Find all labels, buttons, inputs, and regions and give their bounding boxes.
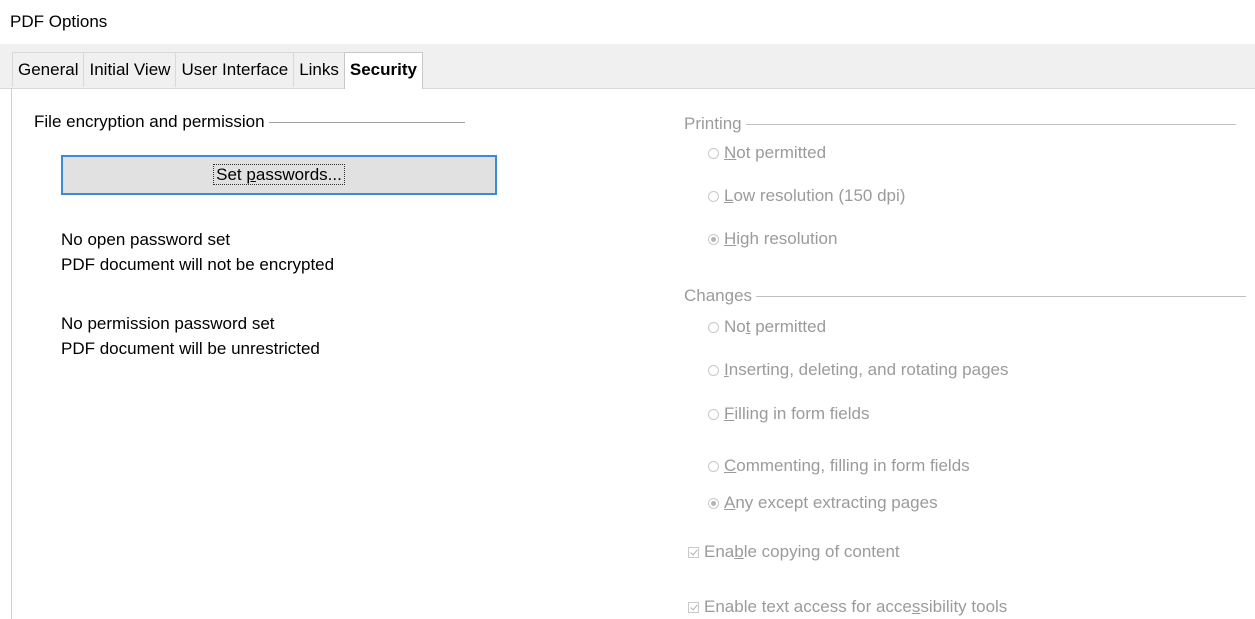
option-label: Not permitted: [724, 143, 827, 162]
radio-button-icon: [708, 190, 719, 202]
option-label: Enable text access for accessibility too…: [704, 597, 1008, 616]
tab-user-interface[interactable]: User Interface: [175, 52, 295, 87]
radio-button-selected-icon: [708, 233, 719, 245]
printing-heading-label: Printing: [684, 114, 742, 133]
enable-accessibility-checkbox[interactable]: Enable text access for accessibility too…: [688, 597, 1007, 617]
open-password-info: No open password set PDF document will n…: [61, 227, 334, 277]
changes-heading-label: Changes: [684, 286, 753, 305]
changes-filling-form-fields-radio[interactable]: Filling in form fields: [708, 404, 870, 424]
changes-not-permitted-radio[interactable]: Not permitted: [708, 317, 826, 337]
checkbox-checked-icon: [688, 546, 699, 558]
option-label: Not permitted: [724, 317, 827, 336]
changes-section-heading: Changes: [684, 286, 1247, 306]
option-label: Inserting, deleting, and rotating pages: [724, 360, 1009, 379]
pdf-options-dialog: PDF Options General Initial View User In…: [0, 0, 1255, 619]
changes-inserting-deleting-rotating-radio[interactable]: Inserting, deleting, and rotating pages: [708, 360, 1009, 380]
printing-not-permitted-radio[interactable]: Not permitted: [708, 143, 826, 163]
tab-links[interactable]: Links: [293, 52, 345, 87]
radio-button-selected-icon: [708, 497, 719, 509]
radio-button-icon: [708, 147, 719, 159]
printing-section-heading: Printing: [684, 114, 1236, 134]
set-passwords-label: Set passwords...: [213, 164, 345, 185]
set-passwords-button[interactable]: Set passwords...: [61, 155, 497, 195]
changes-commenting-radio[interactable]: Commenting, filling in form fields: [708, 456, 970, 476]
radio-button-icon: [708, 460, 719, 472]
open-password-detail: PDF document will not be encrypted: [61, 255, 335, 274]
permission-password-status: No permission password set: [61, 314, 275, 333]
changes-any-except-extracting-radio[interactable]: Any except extracting pages: [708, 493, 938, 513]
section-divider: [268, 121, 465, 123]
tab-initial-view[interactable]: Initial View: [83, 52, 177, 87]
option-label: Any except extracting pages: [724, 493, 938, 512]
enable-copying-checkbox[interactable]: Enable copying of content: [688, 542, 900, 562]
printing-high-resolution-radio[interactable]: High resolution: [708, 229, 837, 249]
permission-password-detail: PDF document will be unrestricted: [61, 339, 320, 358]
permission-password-info: No permission password set PDF document …: [61, 311, 320, 361]
section-divider: [745, 123, 1236, 125]
option-label: High resolution: [724, 229, 838, 248]
printing-low-resolution-radio[interactable]: Low resolution (150 dpi): [708, 186, 905, 206]
page-left-border: [11, 88, 12, 619]
section-divider: [756, 295, 1247, 297]
window-title: PDF Options: [10, 12, 108, 31]
radio-button-icon: [708, 408, 719, 420]
radio-button-icon: [708, 321, 719, 333]
open-password-status: No open password set: [61, 230, 231, 249]
checkbox-checked-icon: [688, 601, 699, 613]
encryption-heading-label: File encryption and permission: [34, 112, 265, 131]
radio-button-icon: [708, 364, 719, 376]
tab-general[interactable]: General: [12, 52, 85, 87]
option-label: Filling in form fields: [724, 404, 870, 423]
encryption-section-heading: File encryption and permission: [34, 112, 465, 132]
option-label: Commenting, filling in form fields: [724, 456, 970, 475]
option-label: Low resolution (150 dpi): [724, 186, 906, 205]
option-label: Enable copying of content: [704, 542, 900, 561]
tab-security[interactable]: Security: [343, 52, 423, 89]
tab-list: General Initial View User Interface Link…: [12, 52, 423, 89]
